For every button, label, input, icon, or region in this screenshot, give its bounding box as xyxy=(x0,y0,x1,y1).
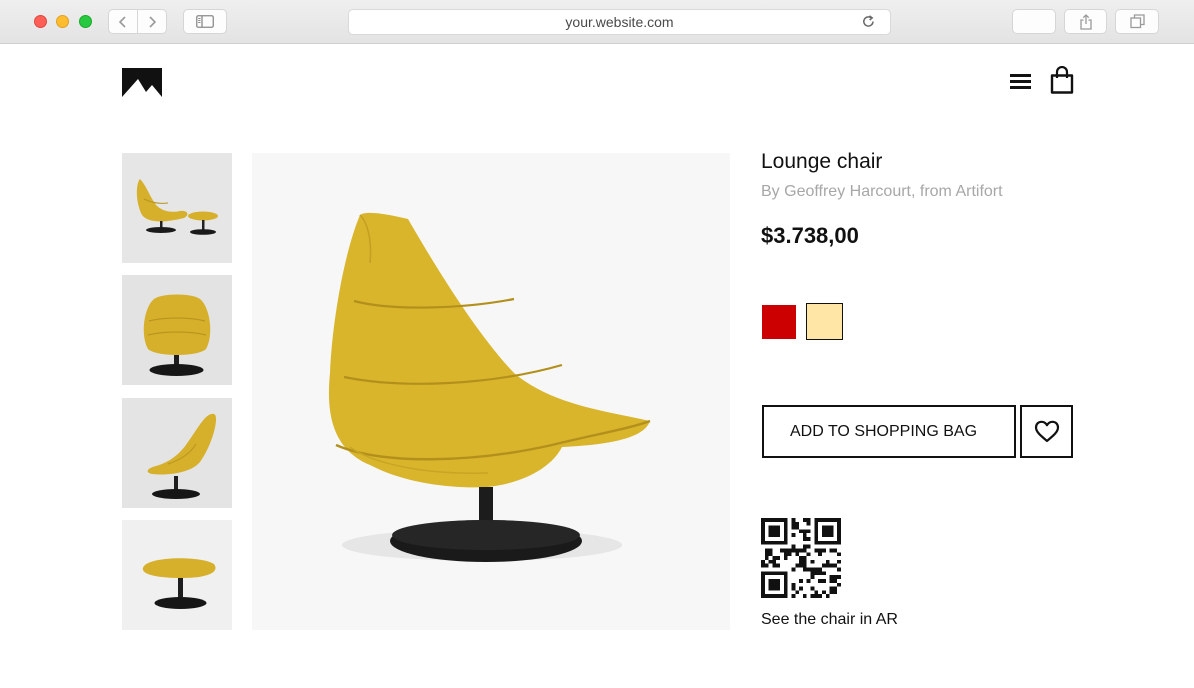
url-text: your.website.com xyxy=(565,14,674,30)
chevron-left-icon xyxy=(118,15,126,28)
add-to-shopping-bag-button[interactable]: ADD TO SHOPPING BAG xyxy=(762,405,1016,458)
window-minimize-button[interactable] xyxy=(56,15,69,28)
chair-thumbnail-image xyxy=(122,153,232,263)
toolbar-extension-button[interactable] xyxy=(1012,9,1056,34)
chevron-right-icon xyxy=(149,15,157,28)
address-bar[interactable]: your.website.com xyxy=(348,9,891,35)
lounge-chair-image xyxy=(252,153,730,630)
thumbnail-side-view[interactable] xyxy=(122,398,232,508)
product-price: $3.738,00 xyxy=(761,223,859,248)
sidebar-toggle-button[interactable] xyxy=(183,9,227,34)
chair-thumbnail-image xyxy=(122,520,232,630)
back-button[interactable] xyxy=(109,10,137,33)
tabs-overview-button[interactable] xyxy=(1115,9,1159,34)
thumbnail-ottoman[interactable] xyxy=(122,520,232,630)
history-nav xyxy=(108,9,167,34)
window-zoom-button[interactable] xyxy=(79,15,92,28)
product-title: Lounge chair xyxy=(761,150,883,173)
color-swatch-red[interactable] xyxy=(762,305,796,339)
sidebar-icon xyxy=(196,15,214,28)
share-button[interactable] xyxy=(1064,9,1107,34)
shopping-bag-icon[interactable] xyxy=(1050,66,1074,94)
product-byline: By Geoffrey Harcourt, from Artifort xyxy=(761,183,1003,200)
thumbnail-lounge-and-ottoman[interactable] xyxy=(122,153,232,263)
color-swatch-cream[interactable] xyxy=(806,303,843,340)
forward-button[interactable] xyxy=(137,10,166,33)
wishlist-button[interactable] xyxy=(1020,405,1073,458)
hamburger-menu-icon[interactable] xyxy=(1010,72,1032,91)
reload-icon[interactable] xyxy=(861,14,876,29)
mountain-logo-icon[interactable] xyxy=(122,68,162,97)
ar-link-label[interactable]: See the chair in AR xyxy=(761,611,898,629)
chair-thumbnail-image xyxy=(122,398,232,508)
thumbnail-front-view[interactable] xyxy=(122,275,232,385)
browser-toolbar: your.website.com xyxy=(0,0,1194,44)
share-icon xyxy=(1079,13,1092,30)
window-close-button[interactable] xyxy=(34,15,47,28)
product-main-image xyxy=(252,153,730,630)
add-to-bag-label: ADD TO SHOPPING BAG xyxy=(790,422,978,440)
qr-code-icon[interactable] xyxy=(761,518,841,598)
tabs-icon xyxy=(1129,14,1145,29)
heart-icon xyxy=(1034,420,1059,443)
chair-thumbnail-image xyxy=(122,275,232,385)
